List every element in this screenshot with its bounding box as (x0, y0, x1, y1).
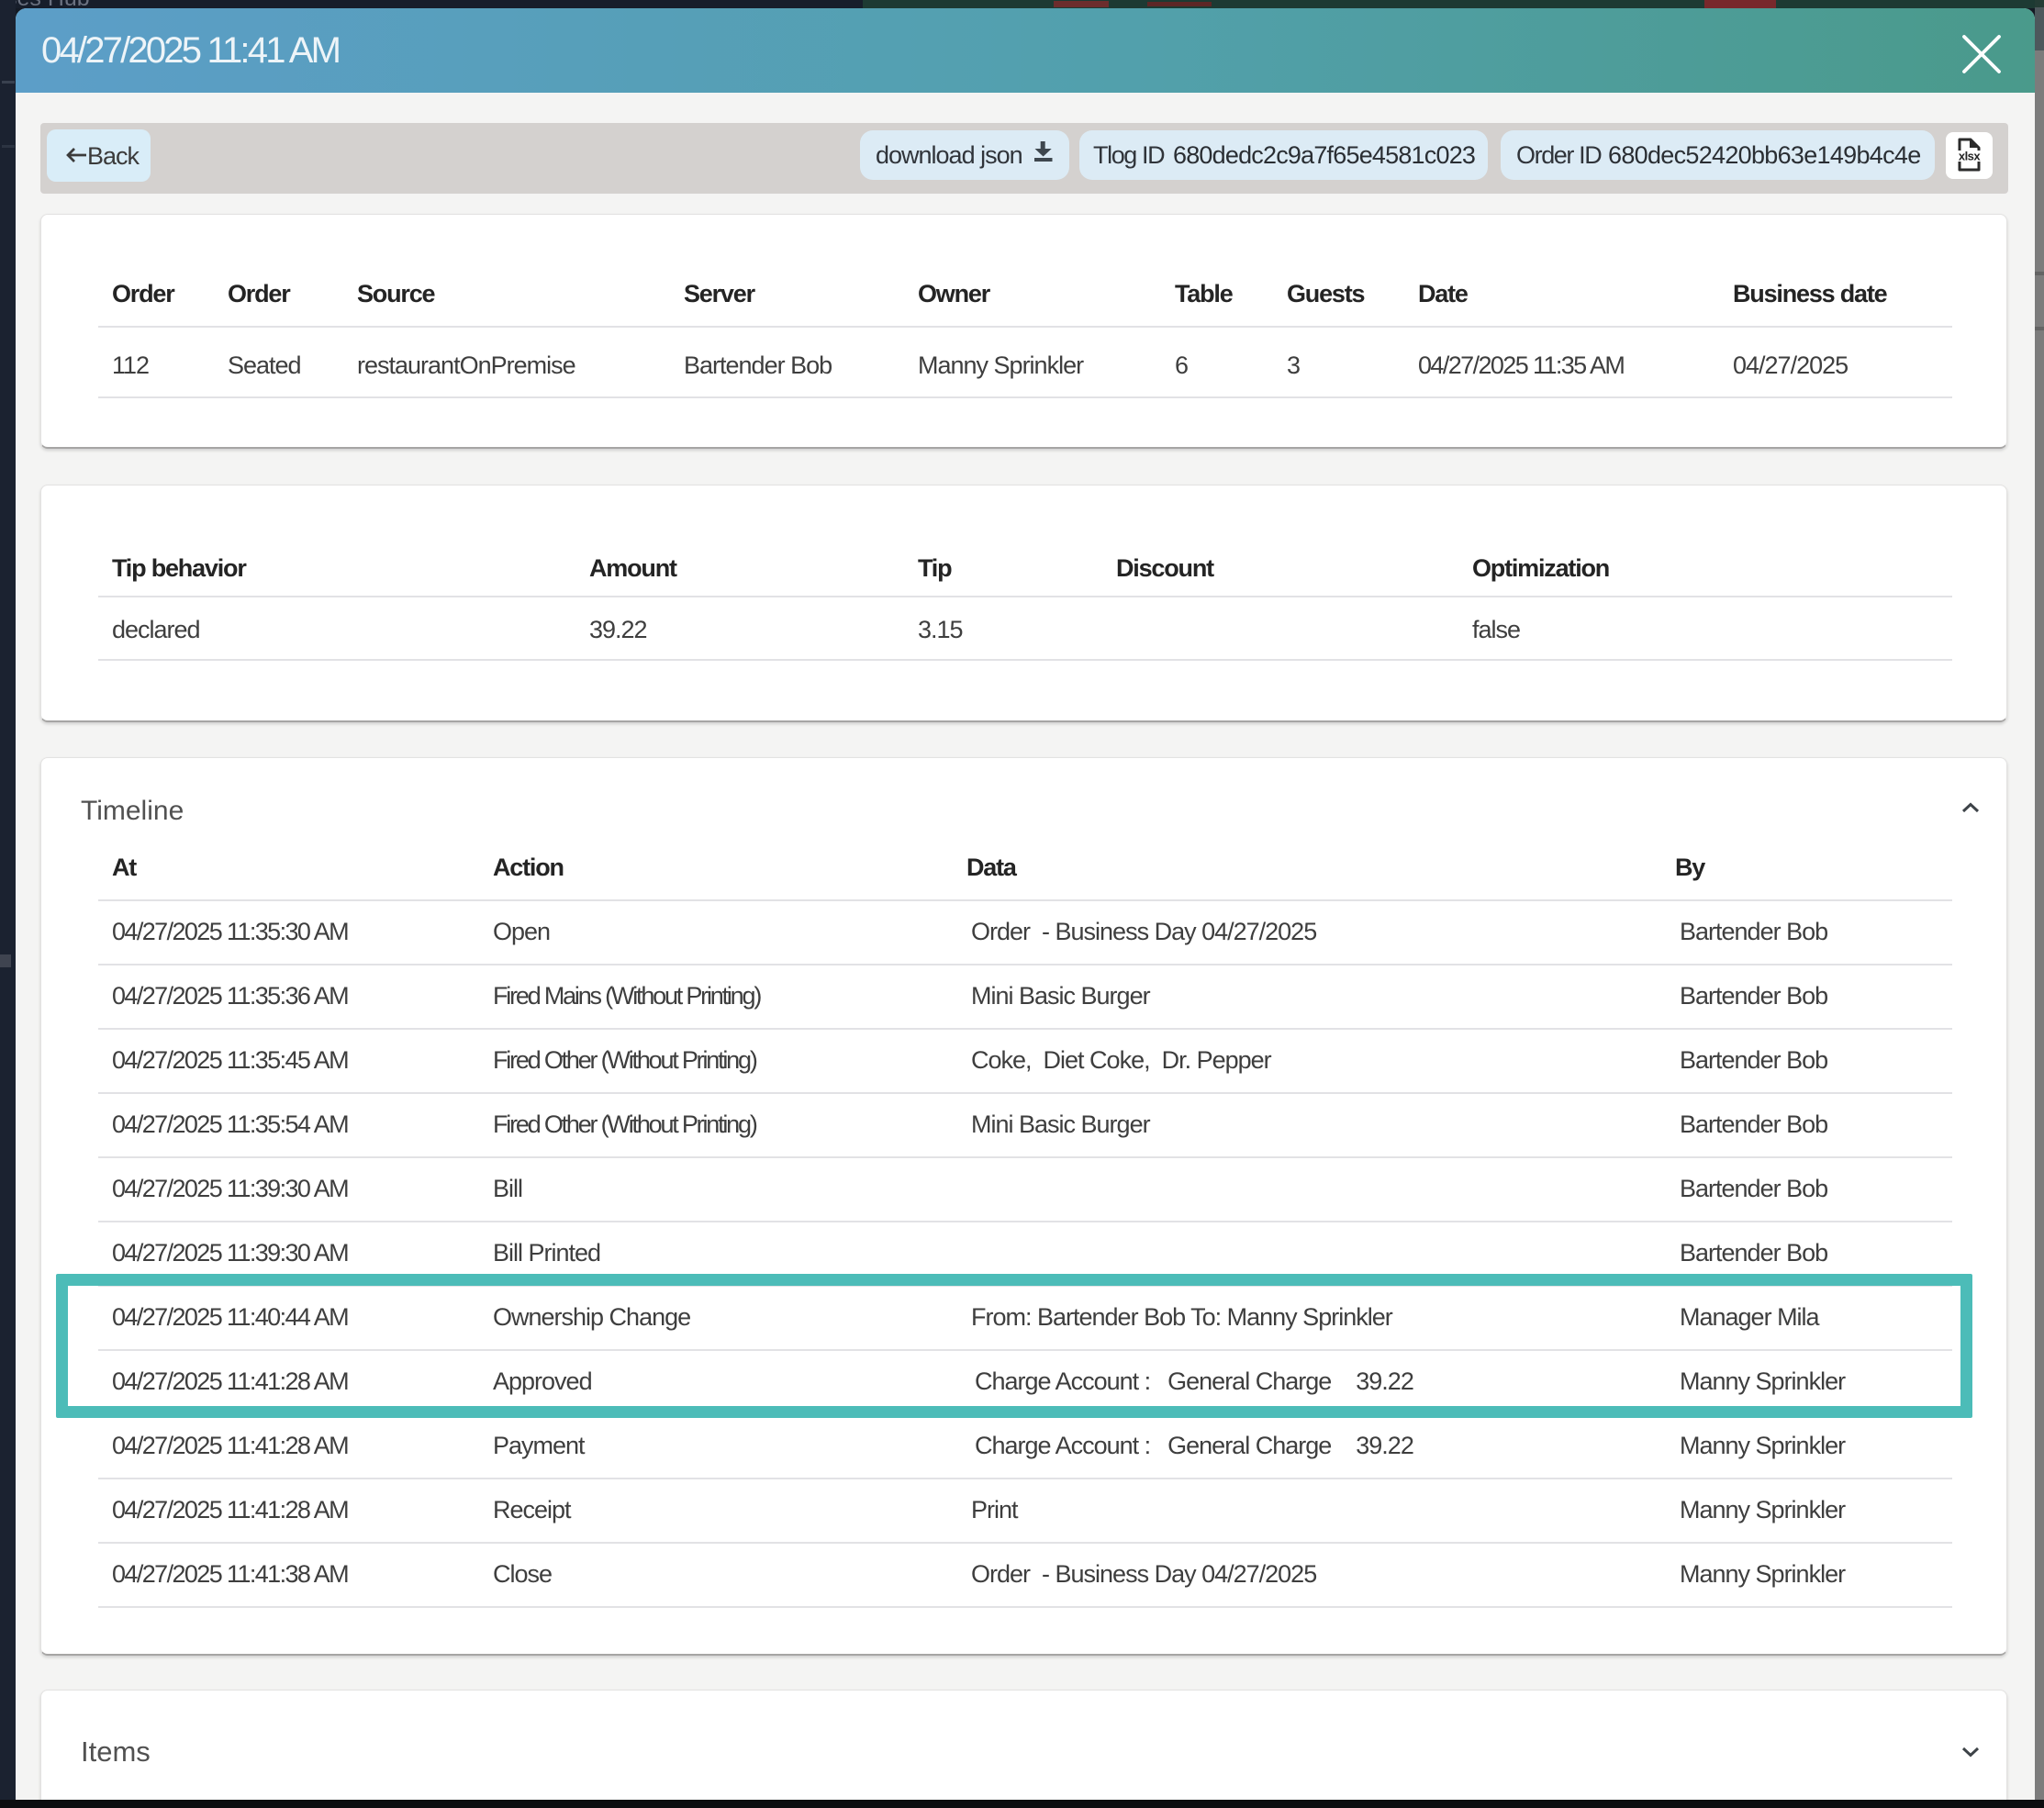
svg-text:xlsx: xlsx (1959, 150, 1982, 163)
